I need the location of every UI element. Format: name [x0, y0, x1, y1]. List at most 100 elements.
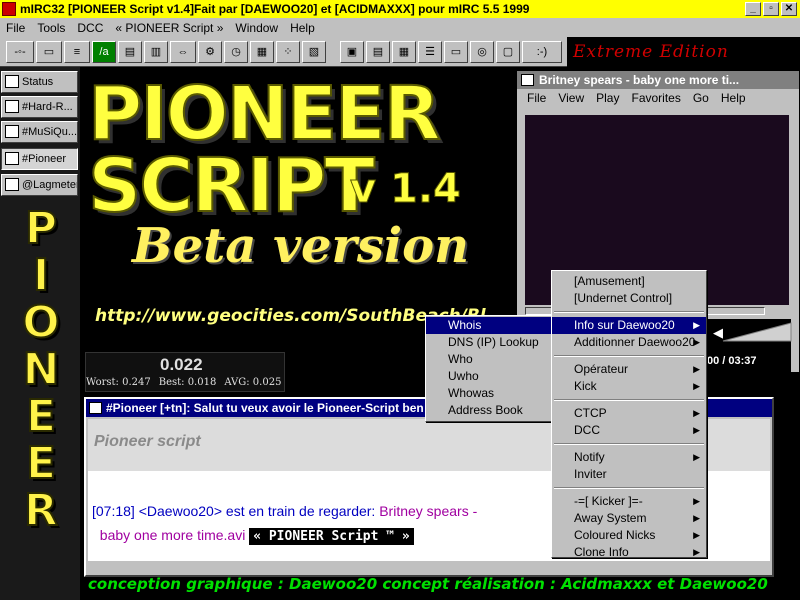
submenu-arrow-icon: ▶: [693, 408, 700, 418]
credits-text: conception graphique : Daewoo20 concept …: [88, 575, 768, 593]
menu-item-whois[interactable]: Whois: [426, 317, 551, 334]
player-icon: [521, 74, 534, 86]
menu-pioneer-script[interactable]: « PIONEER Script »: [109, 21, 229, 35]
notes-icon[interactable]: ▧: [302, 41, 326, 63]
menu-item-who[interactable]: Who: [426, 351, 551, 368]
submenu-arrow-icon: ▶: [693, 320, 700, 330]
menu-item-inviter[interactable]: Inviter: [552, 466, 706, 483]
player-menu-play[interactable]: Play: [590, 89, 625, 107]
status-icon: [5, 75, 19, 88]
menu-tools[interactable]: Tools: [31, 21, 71, 35]
switch-hard-r[interactable]: #Hard-R...: [1, 96, 78, 118]
submenu-arrow-icon: ▶: [693, 425, 700, 435]
lagmeter-panel: 0.022 Worst: 0.247 Best: 0.018 AVG: 0.02…: [85, 352, 285, 392]
menu-item-additionner[interactable]: Additionner Daewoo20 ▶: [552, 334, 706, 351]
menu-item-undernet-control[interactable]: [Undernet Control]: [552, 290, 706, 307]
player-menu-file[interactable]: File: [521, 89, 552, 107]
player-menu-view[interactable]: View: [552, 89, 590, 107]
banner-beta: Beta version: [132, 218, 469, 274]
submenu-arrow-icon: ▶: [693, 496, 700, 506]
cascade-icon[interactable]: ▭: [444, 41, 468, 63]
menu-item-coloured-nicks[interactable]: Coloured Nicks ▶: [552, 527, 706, 544]
lag-best: Best: 0.018: [158, 377, 217, 388]
title-bar: mIRC32 [PIONEER Script v1.4]Fait par [DA…: [0, 0, 800, 18]
nick-context-menu: [Amusement] [Undernet Control] Info sur …: [551, 270, 707, 561]
player-menu: File View Play Favorites Go Help: [517, 89, 799, 107]
menu-item-notify[interactable]: Notify ▶: [552, 449, 706, 466]
player-title-bar[interactable]: Britney spears - baby one more ti...: [517, 71, 799, 89]
dots-icon[interactable]: ⁘: [276, 41, 300, 63]
list2-icon[interactable]: ▤: [366, 41, 390, 63]
submenu-arrow-icon: ▶: [693, 530, 700, 540]
vertical-logo: PIONEER: [21, 203, 60, 536]
submenu-arrow-icon: ▶: [693, 452, 700, 462]
grid-icon[interactable]: ▦: [250, 41, 274, 63]
menu-separator: [554, 399, 704, 401]
dcc-chat-icon[interactable]: ▥: [144, 41, 168, 63]
menu-item-dns-lookup[interactable]: DNS (IP) Lookup: [426, 334, 551, 351]
dcc-icon[interactable]: ▣: [340, 41, 364, 63]
menu-item-operateur[interactable]: Opérateur ▶: [552, 361, 706, 378]
help-icon[interactable]: ◎: [470, 41, 494, 63]
minimize-button[interactable]: _: [745, 2, 761, 16]
menu-separator: [554, 443, 704, 445]
menu-item-address-book[interactable]: Address Book: [426, 402, 551, 419]
grid2-icon[interactable]: ▦: [392, 41, 416, 63]
menu-item-away-system[interactable]: Away System ▶: [552, 510, 706, 527]
menu-bar: File Tools DCC « PIONEER Script » Window…: [0, 18, 800, 37]
app-icon[interactable]: [2, 2, 16, 16]
submenu-arrow-icon: ▶: [693, 547, 700, 557]
smiley-button[interactable]: :-): [522, 41, 562, 63]
window-title: mIRC32 [PIONEER Script v1.4]Fait par [DA…: [20, 2, 530, 16]
options-icon[interactable]: ▭: [36, 41, 62, 63]
volume-slider[interactable]: ◀: [713, 321, 793, 343]
menu-item-kicker[interactable]: -=[ Kicker ]=- ▶: [552, 493, 706, 510]
lag-avg: AVG: 0.025: [224, 377, 282, 388]
address-book-icon[interactable]: ▤: [118, 41, 142, 63]
switch-lagmeter[interactable]: @Lagmeter: [1, 174, 78, 196]
channel-icon: [5, 100, 19, 113]
menu-item-kick[interactable]: Kick ▶: [552, 378, 706, 395]
extreme-edition-badge: Extreme Edition: [567, 37, 800, 67]
tile-icon[interactable]: ☰: [418, 41, 442, 63]
menu-item-uwho[interactable]: Uwho: [426, 368, 551, 385]
clock-icon[interactable]: ◷: [224, 41, 248, 63]
menu-item-info[interactable]: Info sur Daewoo20 ▶: [552, 317, 706, 334]
channel-icon: [89, 402, 102, 414]
window-icon[interactable]: ▢: [496, 41, 520, 63]
player-menu-favorites[interactable]: Favorites: [625, 89, 686, 107]
menu-item-dcc[interactable]: DCC ▶: [552, 422, 706, 439]
timestamp: [07:18]: [92, 503, 135, 519]
submenu-arrow-icon: ▶: [693, 337, 700, 347]
player-menu-go[interactable]: Go: [687, 89, 715, 107]
notify-icon[interactable]: ⚙: [198, 41, 222, 63]
switch-pioneer[interactable]: #Pioneer: [1, 148, 78, 170]
action-text: est en train de regarder:: [225, 503, 376, 519]
menu-window[interactable]: Window: [229, 21, 284, 35]
whois-submenu: Whois DNS (IP) Lookup Who Uwho Whowas Ad…: [425, 315, 552, 422]
movie-title-1: Britney spears -: [379, 503, 478, 519]
menu-dcc[interactable]: DCC: [71, 21, 109, 35]
close-button[interactable]: ✕: [781, 2, 797, 16]
menu-help[interactable]: Help: [284, 21, 321, 35]
banner-version: v 1.4: [350, 166, 462, 213]
nick: <Daewoo20>: [138, 503, 223, 519]
switch-musique[interactable]: #MuSiQu...: [1, 121, 78, 143]
script-icon[interactable]: /a: [92, 41, 116, 63]
list-icon[interactable]: ≡: [64, 41, 90, 63]
player-menu-help[interactable]: Help: [715, 89, 752, 107]
menu-item-ctcp[interactable]: CTCP ▶: [552, 405, 706, 422]
menu-item-amusement[interactable]: [Amusement]: [552, 273, 706, 290]
switch-status[interactable]: Status: [1, 71, 78, 93]
menu-file[interactable]: File: [0, 21, 31, 35]
submenu-arrow-icon: ▶: [693, 513, 700, 523]
submenu-arrow-icon: ▶: [693, 364, 700, 374]
maximize-button[interactable]: ▫: [763, 2, 779, 16]
connect-icon[interactable]: -◦-: [6, 41, 34, 63]
menu-separator: [554, 487, 704, 489]
play-time: 00 / 03:37: [707, 355, 757, 367]
menu-item-clone-info[interactable]: Clone Info ▶: [552, 544, 706, 561]
dcc-send-icon[interactable]: ⇔: [170, 41, 196, 63]
menu-separator: [554, 355, 704, 357]
menu-item-whowas[interactable]: Whowas: [426, 385, 551, 402]
